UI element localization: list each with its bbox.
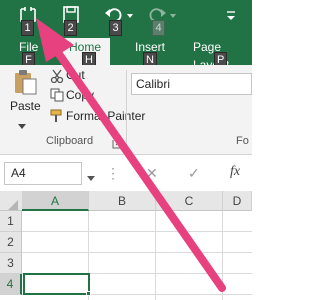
clipboard-group-label: Clipboard: [46, 135, 94, 147]
customize-qat-icon[interactable]: [224, 6, 238, 24]
undo-dropdown-icon[interactable]: [125, 6, 135, 24]
cancel-icon[interactable]: ✕: [146, 165, 158, 182]
keytip-3: 3: [109, 20, 122, 36]
fill-handle[interactable]: [86, 291, 91, 296]
keytip-2: 2: [64, 20, 77, 36]
font-group-label: Fo: [236, 135, 249, 147]
column-header-c[interactable]: C: [156, 191, 223, 211]
column-header-a[interactable]: A: [22, 191, 89, 211]
redo-dropdown-icon[interactable]: [168, 6, 178, 24]
paste-dropdown-icon[interactable]: [18, 117, 26, 129]
paste-button[interactable]: Paste: [10, 99, 41, 113]
formula-bar: A4 ⋮ ✕ ✓ fx: [0, 155, 252, 191]
name-box-dropdown-icon[interactable]: [87, 169, 95, 181]
group-separator: [126, 70, 127, 148]
quick-access-toolbar: 1 2 3 4: [0, 0, 252, 38]
copy-button[interactable]: Copy: [66, 88, 94, 102]
more-icon: ⋮: [106, 165, 120, 181]
dialog-launcher-icon[interactable]: [112, 136, 122, 149]
keytip-4: 4: [152, 20, 165, 36]
select-all-icon[interactable]: [8, 197, 18, 210]
row-header-3[interactable]: 3: [0, 253, 22, 274]
keytip-1: 1: [21, 20, 34, 36]
cut-button[interactable]: Cut: [66, 68, 85, 82]
copy-icon[interactable]: [50, 88, 64, 102]
column-header-b[interactable]: B: [89, 191, 156, 211]
cut-icon[interactable]: [50, 69, 64, 84]
font-name-box[interactable]: Calibri: [131, 73, 252, 95]
row-header-1[interactable]: 1: [0, 211, 22, 232]
format-painter-icon[interactable]: [50, 109, 64, 123]
ribbon-home: Paste Cut Copy Format Painter Clipboard …: [0, 65, 252, 155]
insert-function-button[interactable]: fx: [230, 164, 240, 180]
format-painter-button[interactable]: Format Painter: [66, 109, 145, 123]
enter-icon[interactable]: ✓: [188, 165, 200, 182]
row-header-2[interactable]: 2: [0, 232, 22, 253]
row-header-4[interactable]: 4: [0, 274, 22, 295]
paste-icon[interactable]: [12, 69, 38, 95]
active-cell[interactable]: [23, 273, 90, 295]
name-box[interactable]: A4: [4, 162, 82, 185]
column-header-d[interactable]: D: [223, 191, 252, 211]
